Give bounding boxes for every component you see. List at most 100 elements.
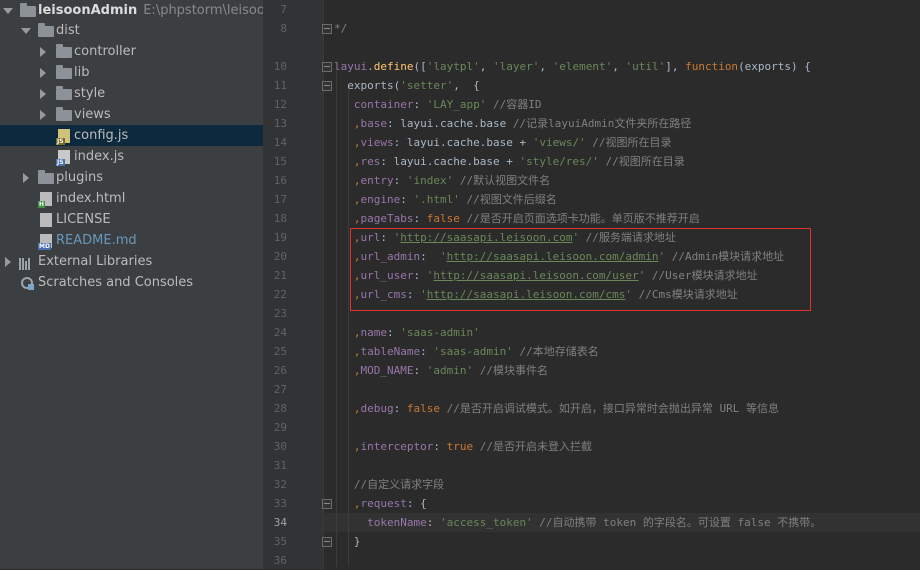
expand-arrow-icon[interactable] — [20, 167, 32, 188]
tree-item-plugins[interactable]: plugins — [0, 167, 263, 188]
tree-item-dist[interactable]: dist — [0, 20, 263, 41]
code-token: //默认视图文件名 — [453, 174, 551, 187]
tree-item-scratches[interactable]: Scratches and Consoles — [0, 272, 263, 293]
code-line[interactable]: ,engine: '.html' //视图文件后缀名 — [334, 190, 557, 209]
code-line[interactable]: ,views: layui.cache.base + 'views/' //视图… — [334, 133, 672, 152]
code-line[interactable]: ,MOD_NAME: 'admin' //模块事件名 — [334, 361, 548, 380]
code-token: tableName — [360, 345, 421, 358]
code-line[interactable]: ,request: { — [334, 494, 427, 513]
code-token: //视图所在目录 — [598, 155, 685, 168]
code-token: entry — [360, 174, 394, 187]
tree-item-external-libraries[interactable]: External Libraries — [0, 251, 263, 272]
tree-item-controller[interactable]: controller — [0, 41, 263, 62]
code-token: , — [334, 364, 361, 377]
line-number: 29 — [273, 421, 287, 434]
code-line[interactable]: */ — [334, 19, 347, 38]
expand-arrow-icon[interactable] — [37, 41, 49, 62]
tree-item-leisoonadmin[interactable]: leisoonAdmin E:\phpstorm\leisoonAd — [0, 0, 263, 21]
folder-icon — [38, 170, 54, 184]
code-token: 'views/' — [532, 136, 586, 149]
line-number: 18 — [273, 212, 287, 225]
text-file-icon — [40, 213, 52, 227]
tree-item-lib[interactable]: lib — [0, 62, 263, 83]
code-token: : — [433, 440, 447, 453]
code-token: 'LAY_app' — [426, 98, 487, 111]
line-number: 23 — [273, 307, 287, 320]
fold-marker-icon[interactable] — [322, 62, 332, 72]
tree-item-label: Scratches and Consoles — [38, 275, 194, 290]
tree-item-index-js[interactable]: JS index.js — [0, 146, 263, 167]
code-token: //记录layuiAdmin文件夹所在路径 — [512, 117, 692, 130]
line-number: 8 — [280, 22, 287, 35]
file-type-badge: H — [38, 201, 46, 208]
code-token: exports( — [334, 79, 401, 92]
code-token: define — [373, 60, 414, 73]
code-token: : — [426, 516, 440, 529]
tree-item-views[interactable]: views — [0, 104, 263, 125]
code-token: //本地存储表名 — [512, 345, 599, 358]
code-line[interactable]: ,interceptor: true //是否开启未登入拦截 — [334, 437, 592, 456]
code-line[interactable]: layui.define(['laytpl', 'layer', 'elemen… — [334, 57, 811, 76]
fold-marker-icon[interactable] — [322, 24, 332, 34]
code-token: 'admin' — [426, 364, 474, 377]
folder-icon — [56, 44, 72, 58]
expand-arrow-icon[interactable] — [2, 251, 14, 272]
code-line[interactable]: ,res: layui.cache.base + 'style/res/' //… — [334, 152, 685, 171]
line-number: 14 — [273, 136, 287, 149]
code-token: , — [539, 60, 553, 73]
tree-item-label: dist — [56, 23, 80, 38]
code-token: : — [393, 402, 407, 415]
code-line[interactable]: ,base: layui.cache.base //记录layuiAdmin文件… — [334, 114, 691, 133]
tree-item-label: index.html — [56, 191, 126, 206]
code-token: , — [334, 497, 361, 510]
expand-arrow-icon[interactable] — [37, 104, 49, 125]
code-line[interactable]: container: 'LAY_app' //容器ID — [334, 95, 542, 114]
tree-item-config-js[interactable]: JS config.js — [0, 125, 263, 146]
tree-item-label: index.js — [74, 149, 125, 164]
code-line[interactable]: //自定义请求字段 — [334, 475, 444, 494]
tree-item-style[interactable]: style — [0, 83, 263, 104]
code-line[interactable]: ,debug: false //是否开启调试模式。如开启，接口异常时会抛出异常 … — [334, 399, 779, 418]
code-token: //视图文件后缀名 — [459, 193, 557, 206]
code-token: , — [334, 193, 361, 206]
code-token: , — [334, 326, 361, 339]
code-token: : layui.cache.base + — [393, 136, 533, 149]
line-number: 7 — [280, 3, 287, 16]
code-line[interactable]: tokenName: 'access_token' //自动携带 token 的… — [334, 513, 821, 532]
tree-item-license[interactable]: LICENSE — [0, 209, 263, 230]
code-token: 'layer' — [492, 60, 540, 73]
expand-arrow-icon[interactable] — [37, 62, 49, 83]
project-path: E:\phpstorm\leisoonAd — [143, 3, 263, 18]
line-number: 20 — [273, 250, 287, 263]
code-token: tokenName — [334, 516, 427, 529]
code-token: , — [334, 345, 361, 358]
fold-marker-icon[interactable] — [322, 537, 332, 547]
fold-marker-icon[interactable] — [322, 81, 332, 91]
code-line[interactable]: ,name: 'saas-admin' — [334, 323, 480, 342]
code-line[interactable]: ,tableName: 'saas-admin' //本地存储表名 — [334, 342, 599, 361]
line-number: 15 — [273, 155, 287, 168]
js-file-icon: JS — [56, 129, 70, 145]
code-line[interactable]: exports('setter', { — [334, 76, 479, 95]
tree-item-index-html[interactable]: H index.html — [0, 188, 263, 209]
tree-item-label: README.md — [56, 233, 137, 248]
expand-arrow-icon[interactable] — [37, 83, 49, 104]
code-line[interactable]: } — [334, 532, 361, 551]
code-token: ], — [665, 60, 686, 73]
tree-item-label: style — [74, 86, 106, 101]
code-token: : — [413, 364, 427, 377]
code-line[interactable]: ,pageTabs: false //是否开启页面选项卡功能。单页版不推荐开启 — [334, 209, 700, 228]
folder-icon — [56, 107, 72, 121]
line-number: 22 — [273, 288, 287, 301]
line-number: 25 — [273, 345, 287, 358]
code-token: 'saas-admin' — [400, 326, 480, 339]
fold-marker-icon[interactable] — [322, 499, 332, 509]
expand-arrow-icon[interactable] — [20, 20, 32, 41]
code-token: : { — [406, 497, 427, 510]
tree-item-readme[interactable]: MD README.md — [0, 230, 263, 251]
line-number: 12 — [273, 98, 287, 111]
code-line[interactable]: ,entry: 'index' //默认视图文件名 — [334, 171, 550, 190]
code-token: engine — [360, 193, 401, 206]
line-number: 36 — [273, 554, 287, 567]
expand-arrow-icon[interactable] — [2, 0, 14, 21]
